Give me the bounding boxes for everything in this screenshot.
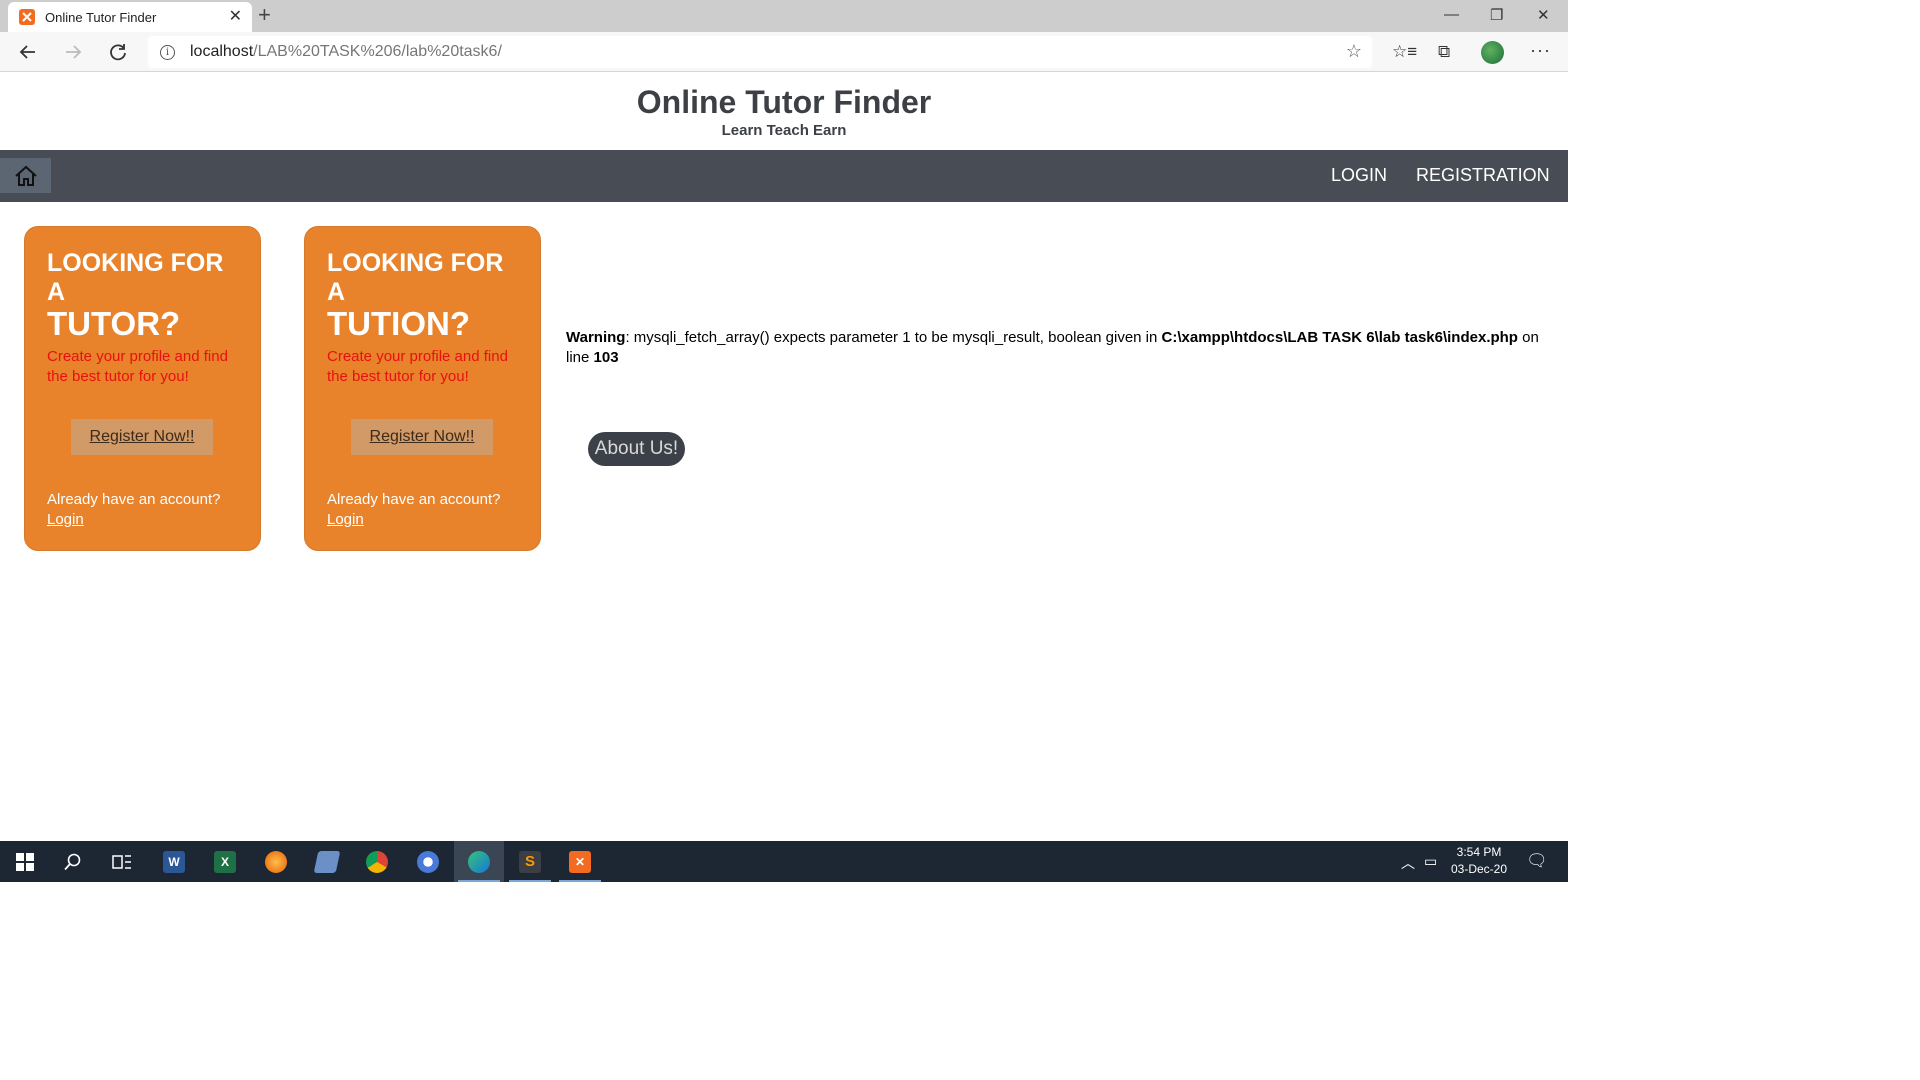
forward-icon[interactable] [59,38,87,66]
already-account-text: Already have an account? [47,491,221,508]
back-icon[interactable] [14,38,42,66]
word-icon: W [163,850,185,873]
tutor-card: LOOKING FOR A TUTOR? Create your profile… [24,226,261,551]
refresh-icon[interactable] [104,38,132,66]
register-now-button[interactable]: Register Now!! [351,419,493,455]
browser-toolbar: i localhost/LAB%20TASK%206/lab%20task6/ … [0,32,1568,72]
xampp-favicon-icon [19,9,35,25]
favorites-list-icon[interactable]: ☆≡ [1392,42,1417,62]
notification-icon[interactable]: 🗨 [1526,851,1548,871]
warning-label: Warning [566,329,626,346]
home-button[interactable] [0,158,51,193]
tray-chevron-up-icon[interactable]: ︿ [1401,853,1415,873]
sublime-icon: S [519,850,541,873]
more-options-icon[interactable]: ··· [1530,40,1551,61]
card-login-link[interactable]: Login [327,511,364,528]
card-description: Create your profile and find the best tu… [47,348,228,385]
browser-tab-strip: Online Tutor Finder ✕ + — ❐ ✕ [0,0,1568,32]
taskbar-sublime[interactable]: S [505,841,555,882]
windows-icon [16,852,34,871]
card-heading-line1: LOOKING FOR A [327,249,504,306]
search-button[interactable] [48,841,98,882]
taskbar-edge[interactable] [454,841,504,882]
url-host: localhost [190,43,254,60]
address-bar[interactable]: i localhost/LAB%20TASK%206/lab%20task6/ … [148,36,1372,68]
edge-icon [468,850,490,873]
card-description: Create your profile and find the best tu… [327,348,508,385]
already-account-text: Already have an account? [327,491,501,508]
taskbar-word[interactable]: W [149,841,199,882]
chromium-icon [417,850,439,873]
taskbar-excel[interactable]: X [200,841,250,882]
taskbar-app-blue[interactable] [302,841,352,882]
battery-icon[interactable]: ▭ [1424,853,1437,870]
warning-file: C:\xampp\htdocs\LAB TASK 6\lab task6\ind… [1161,329,1518,346]
page-header: Online Tutor Finder Learn Teach Earn [0,72,1568,150]
clock-time: 3:54 PM [1456,845,1502,859]
favorite-star-icon[interactable]: ☆ [1346,41,1362,62]
card-heading-line2: TUTION? [327,305,470,342]
nav-login-link[interactable]: LOGIN [1331,165,1387,186]
close-window-icon[interactable]: ✕ [1537,6,1550,24]
profile-avatar[interactable] [1481,41,1504,64]
taskbar-chromium[interactable] [403,841,453,882]
taskbar-firefox[interactable] [251,841,301,882]
taskbar-chrome[interactable] [352,841,402,882]
task-view-button[interactable] [97,841,147,882]
minimize-icon[interactable]: — [1444,6,1459,23]
app-icon [313,850,341,873]
site-tagline: Learn Teach Earn [721,122,847,139]
start-button[interactable] [0,841,50,882]
url-text: localhost/LAB%20TASK%206/lab%20task6/ [190,43,502,61]
windows-taskbar: W X S ✕ ︿ ▭ 3:54 PM 03-Dec-20 🗨 [0,841,1568,882]
url-path: /LAB%20TASK%206/lab%20task6/ [253,43,502,60]
register-now-button[interactable]: Register Now!! [71,419,213,455]
close-tab-icon[interactable]: ✕ [229,8,242,26]
task-view-icon [112,854,131,869]
browser-tab[interactable]: Online Tutor Finder ✕ [8,2,252,32]
collections-icon[interactable]: ⧉ [1438,42,1450,62]
card-login-link[interactable]: Login [47,511,84,528]
search-icon [64,853,81,870]
nav-registration-link[interactable]: REGISTRATION [1416,165,1550,186]
home-icon [14,165,37,186]
taskbar-clock[interactable]: 3:54 PM 03-Dec-20 [1446,844,1512,878]
card-heading-line2: TUTOR? [47,305,181,342]
site-info-icon[interactable]: i [160,44,175,60]
restore-icon[interactable]: ❐ [1490,6,1503,24]
site-title: Online Tutor Finder [636,84,932,120]
new-tab-icon[interactable]: + [258,4,271,26]
taskbar-xampp[interactable]: ✕ [555,841,605,882]
clock-date: 03-Dec-20 [1450,862,1508,876]
about-us-button[interactable]: About Us! [588,432,685,466]
excel-icon: X [214,850,236,873]
card-heading-line1: LOOKING FOR A [47,249,224,306]
main-navbar: LOGIN REGISTRATION [0,150,1568,202]
warning-line-number: 103 [593,349,619,366]
warning-message: : mysqli_fetch_array() expects parameter… [625,329,1162,346]
tab-title: Online Tutor Finder [45,9,157,25]
chrome-icon [366,850,388,873]
firefox-icon [265,850,287,873]
php-warning: Warning: mysqli_fetch_array() expects pa… [566,328,1566,368]
xampp-icon: ✕ [569,850,591,873]
tution-card: LOOKING FOR A TUTION? Create your profil… [304,226,541,551]
